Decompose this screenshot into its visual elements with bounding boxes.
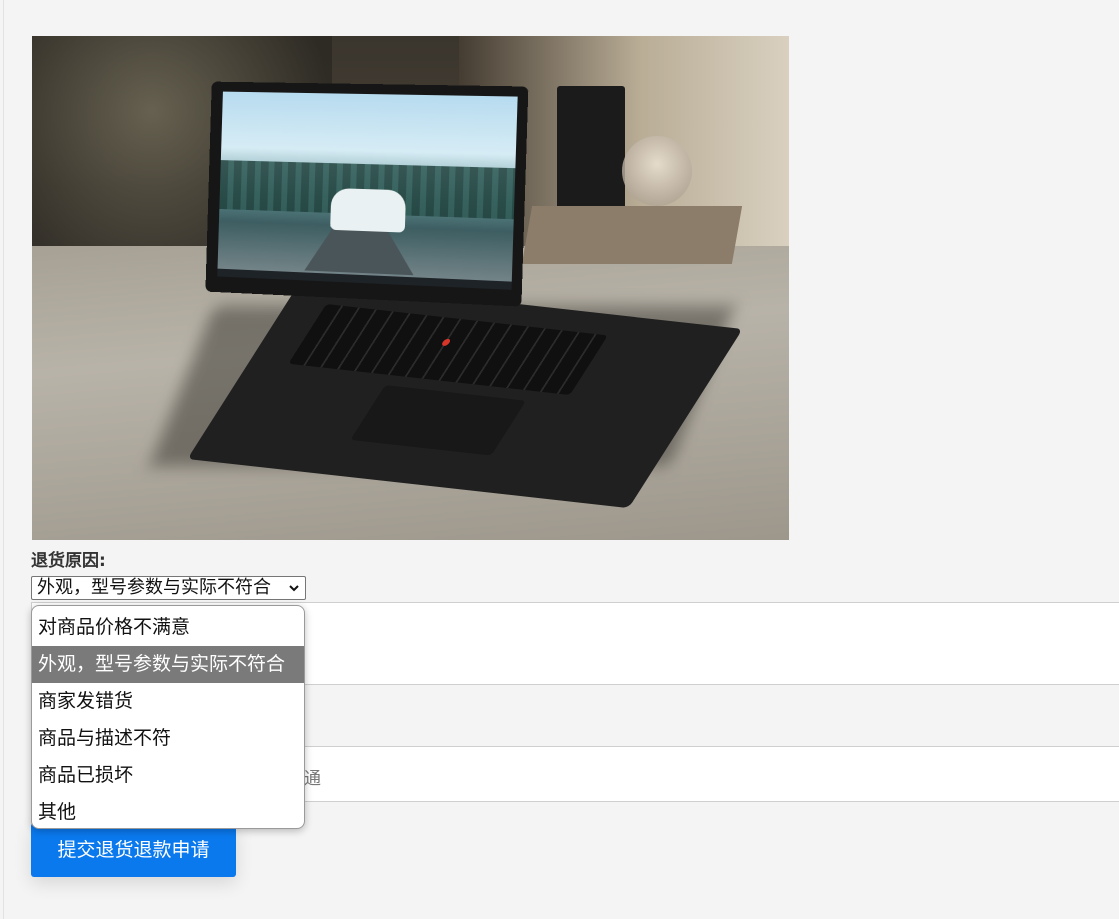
selected-reason-text: 外观，型号参数与实际不符合 — [37, 577, 271, 598]
reason-option-wrong-item[interactable]: 商家发错货 — [32, 683, 304, 720]
left-divider — [3, 0, 4, 919]
reason-option-damaged[interactable]: 商品已损坏 — [32, 757, 304, 794]
reason-option-mismatch[interactable]: 外观，型号参数与实际不符合 — [32, 646, 304, 683]
submit-refund-button[interactable]: 提交退货退款申请 — [31, 823, 236, 877]
reason-option-other[interactable]: 其他 — [32, 794, 304, 828]
product-image — [32, 36, 789, 540]
return-reason-select[interactable]: 外观，型号参数与实际不符合 — [31, 576, 306, 600]
laptop-screen — [205, 81, 529, 307]
contact-input-placeholder: 通 — [304, 769, 321, 789]
return-request-page: 退货原因: 外观，型号参数与实际不符合 通 提交退货退款申请 对商品价格不满意 … — [0, 0, 1119, 919]
reason-option-not-as-described[interactable]: 商品与描述不符 — [32, 720, 304, 757]
reason-dropdown-list[interactable]: 对商品价格不满意 外观，型号参数与实际不符合 商家发错货 商品与描述不符 商品已… — [31, 605, 305, 829]
return-reason-label: 退货原因: — [31, 551, 106, 571]
reason-option-price[interactable]: 对商品价格不满意 — [32, 609, 304, 646]
